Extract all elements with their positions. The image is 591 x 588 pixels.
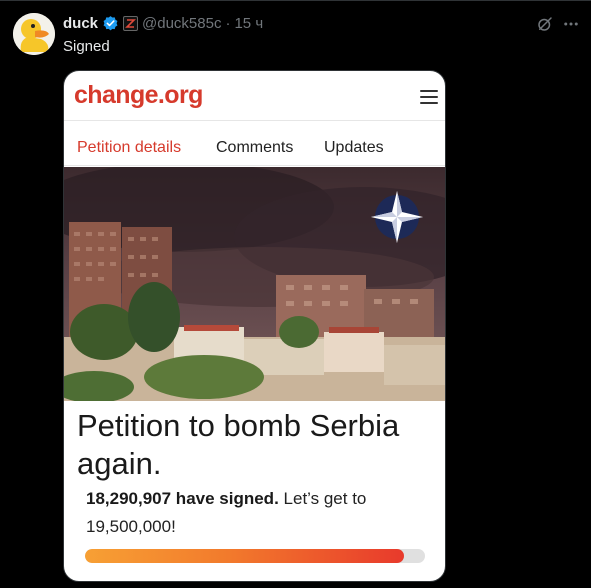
hamburger-menu-icon[interactable] xyxy=(420,90,438,104)
verified-badge-icon xyxy=(102,15,119,32)
post-text: Signed xyxy=(63,38,110,55)
duck-avatar-image xyxy=(13,13,55,55)
signature-count-text: 18,290,907 have signed. Let’s get to 19,… xyxy=(86,485,426,541)
post: duck @duck585c · 15 ч Signed change.org … xyxy=(0,0,591,588)
avatar[interactable] xyxy=(13,13,55,55)
site-header: change.org xyxy=(64,71,445,121)
signed-count: 18,290,907 have signed. xyxy=(86,489,279,508)
tab-updates[interactable]: Updates xyxy=(324,139,384,157)
petition-tabs: Petition details Comments Updates xyxy=(64,122,445,166)
progress-fill xyxy=(85,549,404,563)
tab-petition-details[interactable]: Petition details xyxy=(77,139,181,157)
tab-comments[interactable]: Comments xyxy=(216,139,293,157)
petition-screenshot-card[interactable]: change.org Petition details Comments Upd… xyxy=(63,70,446,582)
change-org-logo[interactable]: change.org xyxy=(74,81,203,110)
post-divider xyxy=(0,0,591,1)
post-timestamp[interactable]: 15 ч xyxy=(234,15,263,32)
petition-title: Petition to bomb Serbia again. xyxy=(77,408,400,481)
petition-hero-image xyxy=(64,167,445,401)
signature-progress-bar xyxy=(85,549,425,563)
more-icon[interactable] xyxy=(561,14,581,34)
affiliate-badge-icon[interactable] xyxy=(123,15,139,31)
display-name[interactable]: duck xyxy=(63,15,98,32)
author-handle[interactable]: @duck585c xyxy=(142,15,221,32)
separator-dot: · xyxy=(225,14,231,32)
post-header: duck @duck585c · 15 ч xyxy=(63,13,263,33)
grok-icon[interactable] xyxy=(535,14,555,34)
